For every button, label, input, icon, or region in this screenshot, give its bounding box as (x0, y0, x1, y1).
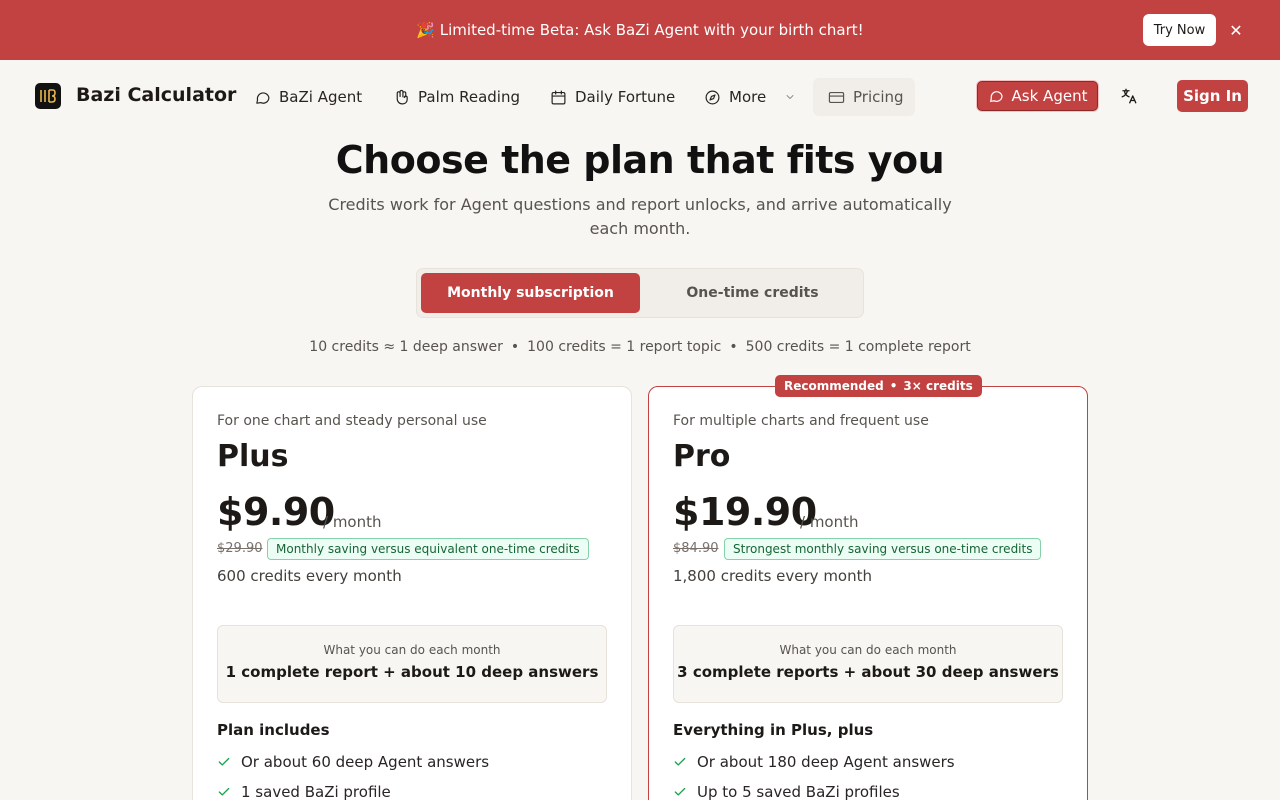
monthly-usage-box: What you can do each month 3 complete re… (673, 625, 1063, 703)
usage-label: What you can do each month (779, 643, 957, 657)
feature-item: 1 saved BaZi profile (217, 782, 391, 800)
monthly-credits: 600 credits every month (217, 567, 402, 585)
old-price: $84.90 (673, 541, 719, 556)
saving-badge: Strongest monthly saving versus one-time… (724, 538, 1042, 560)
logo-icon (40, 89, 56, 103)
old-price: $29.90 (217, 541, 263, 556)
promo-banner: 🎉 Limited-time Beta: Ask BaZi Agent with… (0, 0, 1280, 60)
price-period: / month (323, 513, 382, 531)
feature-item: Or about 60 deep Agent answers (217, 752, 489, 772)
nav-label: More (729, 88, 767, 106)
compass-icon (705, 90, 720, 104)
plan-name: Pro (673, 439, 731, 474)
tab-monthly-subscription[interactable]: Monthly subscription (421, 273, 640, 313)
translate-icon[interactable] (1119, 86, 1139, 106)
page-title: Choose the plan that fits you (335, 138, 945, 182)
monthly-usage-box: What you can do each month 1 complete re… (217, 625, 607, 703)
calendar-icon (551, 90, 566, 104)
hand-icon (396, 89, 408, 104)
nav-label: Pricing (853, 88, 904, 106)
chat-bubble-icon (989, 91, 1003, 103)
recommended-badge: Recommended • 3× credits (775, 375, 982, 397)
brand-name[interactable]: Bazi Calculator (76, 84, 236, 106)
includes-title: Plan includes (217, 721, 330, 739)
includes-title: Everything in Plus, plus (673, 721, 874, 739)
plan-price: $19.90 (673, 490, 817, 534)
feature-item: Up to 5 saved BaZi profiles (673, 782, 900, 800)
usage-value: 3 complete reports + about 30 deep answe… (677, 663, 1059, 681)
close-icon[interactable]: ✕ (1226, 20, 1246, 40)
plan-tagline: For multiple charts and frequent use (673, 413, 929, 429)
top-navbar: Bazi Calculator BaZi Agent Palm Reading … (0, 60, 1280, 132)
feature-item: Or about 180 deep Agent answers (673, 752, 955, 772)
page-subtitle: Credits work for Agent questions and rep… (328, 195, 952, 238)
check-icon (674, 787, 686, 796)
nav-palm-reading[interactable]: Palm Reading (393, 86, 520, 108)
try-now-button[interactable]: Try Now (1143, 14, 1216, 46)
party-popper-icon: 🎉 (416, 21, 435, 39)
nav-pricing[interactable]: Pricing (813, 78, 915, 116)
chat-bubble-icon (256, 91, 270, 104)
nav-label: Palm Reading (418, 88, 520, 106)
nav-label: Daily Fortune (575, 88, 676, 106)
banner-text: 🎉 Limited-time Beta: Ask BaZi Agent with… (416, 21, 864, 39)
nav-more[interactable]: More (704, 86, 796, 108)
check-icon (674, 757, 686, 766)
usage-value: 1 complete report + about 10 deep answer… (225, 663, 599, 681)
plan-card-plus: For one chart and steady personal use Pl… (192, 386, 632, 800)
plan-tagline: For one chart and steady personal use (217, 413, 487, 429)
price-period: / month (800, 513, 859, 531)
plan-name: Plus (217, 439, 289, 474)
brand-logo[interactable] (35, 83, 61, 109)
ask-agent-label: Ask Agent (1011, 87, 1088, 105)
ask-agent-button[interactable]: Ask Agent (977, 81, 1098, 111)
sign-in-button[interactable]: Sign In (1177, 80, 1248, 112)
nav-daily-fortune[interactable]: Daily Fortune (550, 86, 675, 108)
nav-bazi-agent[interactable]: BaZi Agent (254, 86, 362, 108)
nav-label: BaZi Agent (279, 88, 363, 106)
credits-conversion-info: 10 credits ≈ 1 deep answer • 100 credits =… (309, 339, 971, 355)
usage-label: What you can do each month (323, 643, 501, 657)
credit-card-icon (828, 91, 845, 103)
tab-one-time-credits[interactable]: One-time credits (644, 273, 861, 313)
translate-glyph (1121, 88, 1137, 104)
plan-card-pro: For multiple charts and frequent use Pro… (648, 386, 1088, 800)
billing-toggle: Monthly subscription One-time credits (416, 268, 864, 318)
plan-price: $9.90 (217, 490, 335, 534)
chevron-down-icon (786, 95, 794, 99)
saving-badge: Monthly saving versus equivalent one-tim… (267, 538, 589, 560)
check-icon (218, 787, 230, 796)
check-icon (218, 757, 230, 766)
monthly-credits: 1,800 credits every month (673, 567, 873, 585)
